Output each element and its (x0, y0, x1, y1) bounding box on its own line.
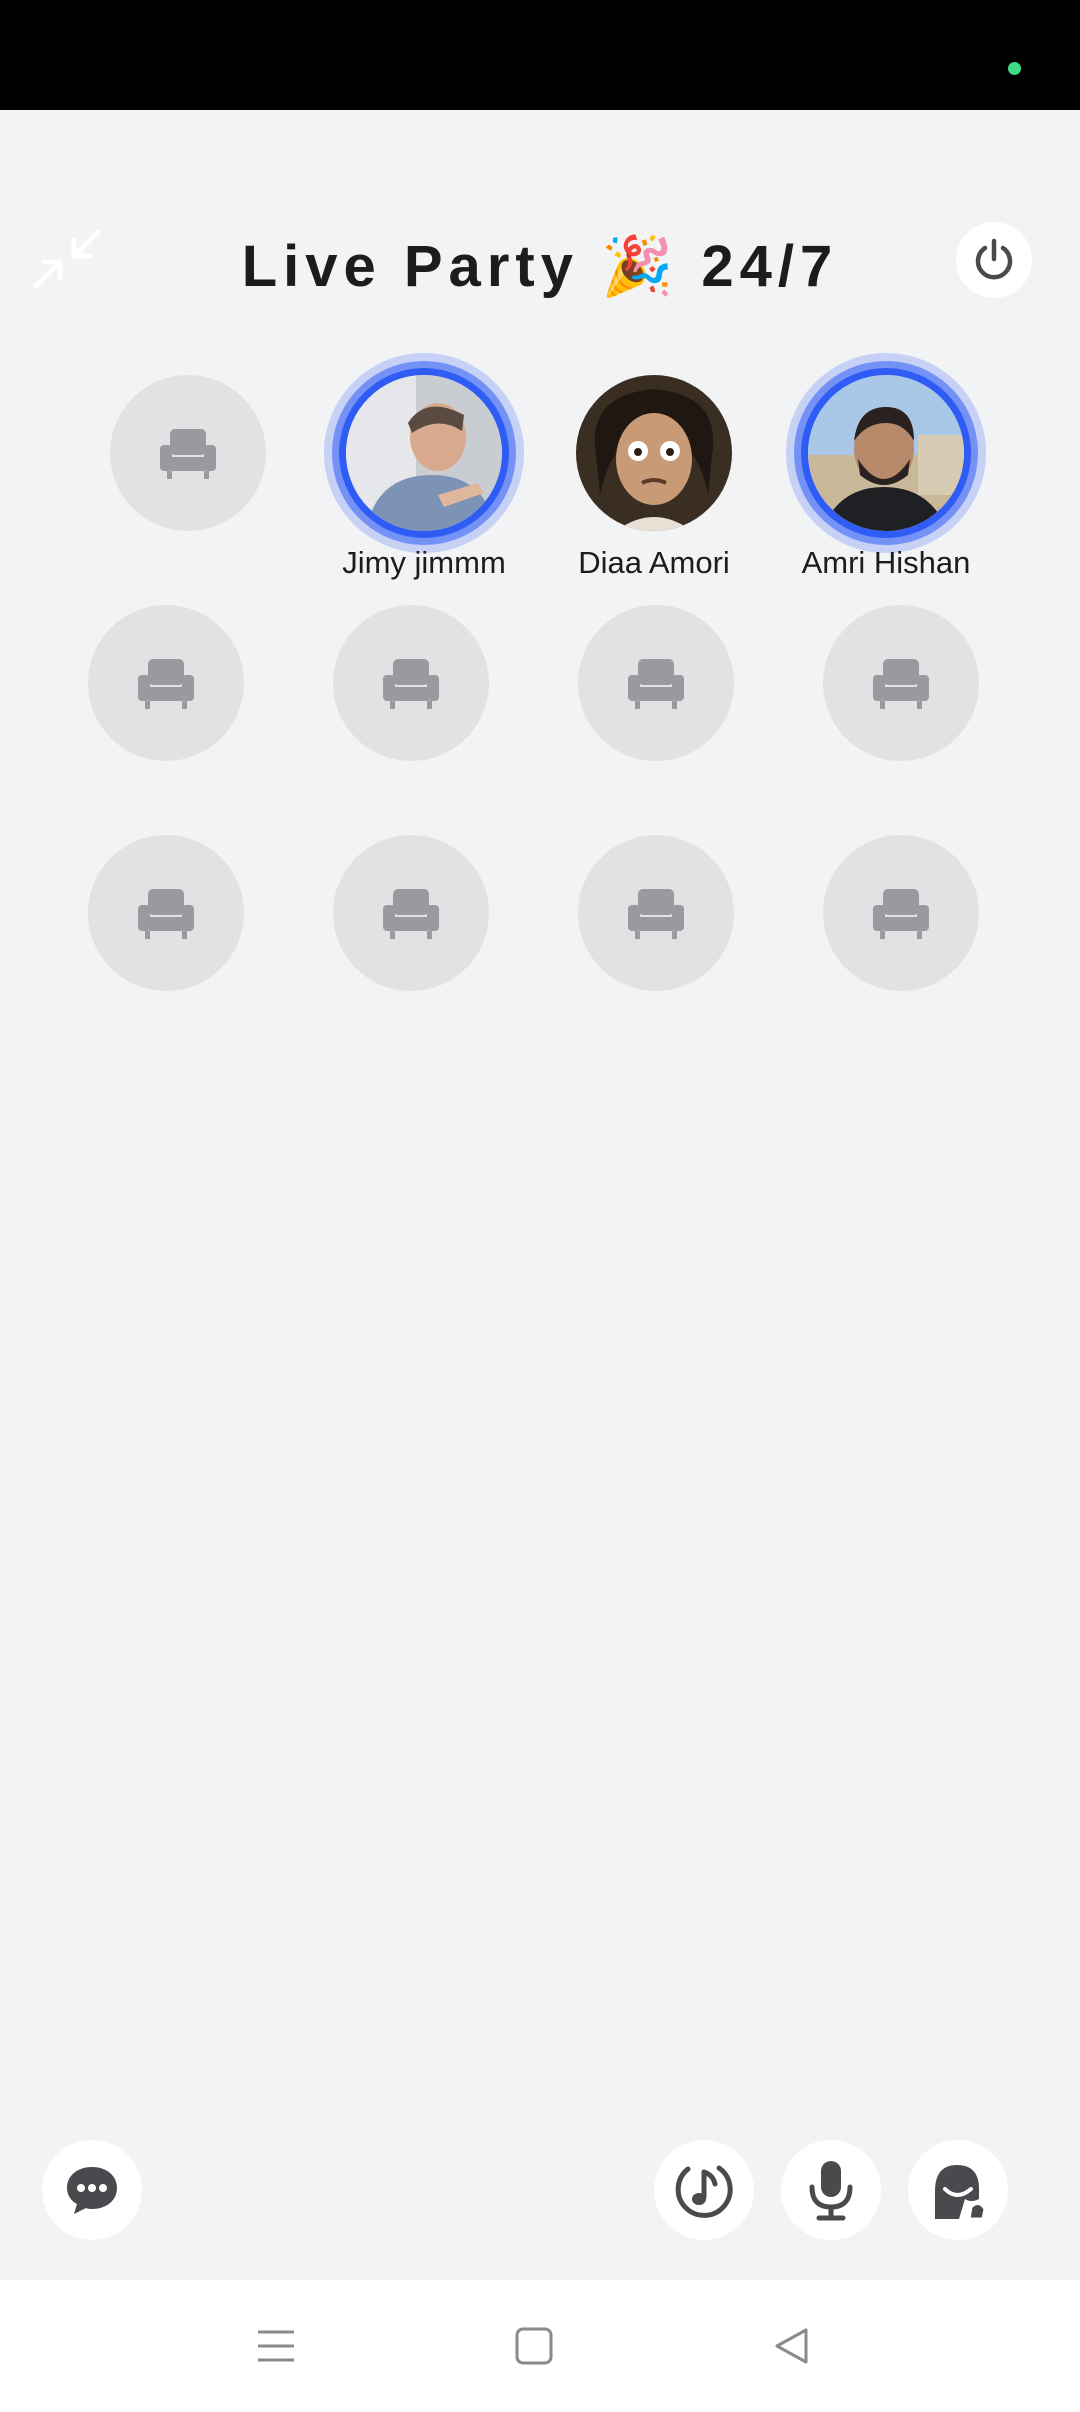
avatar-photo (576, 375, 732, 531)
seat-1[interactable] (110, 375, 266, 531)
back-triangle-icon (775, 2328, 808, 2364)
seat-3[interactable]: Diaa Amori (576, 375, 732, 580)
seat-empty (88, 835, 244, 991)
avatar (576, 375, 732, 531)
music-note-icon (675, 2165, 733, 2218)
seat-6[interactable] (333, 605, 489, 761)
seat-empty (823, 605, 979, 761)
chat-button[interactable] (42, 2140, 142, 2240)
room-title: Live Party 🎉 24/7 (241, 234, 839, 299)
menu-icon (258, 2330, 294, 2362)
seat-name: Diaa Amori (578, 545, 730, 580)
armchair-icon (160, 429, 216, 479)
seat-11[interactable] (578, 835, 734, 991)
minimize-arrows-icon (33, 229, 101, 289)
armchair-icon (138, 889, 194, 939)
seat-8[interactable] (823, 605, 979, 761)
armchair-icon (628, 889, 684, 939)
raise-hand-button[interactable] (908, 2140, 1008, 2240)
seat-empty (333, 605, 489, 761)
armchair-icon (873, 889, 929, 939)
seat-2[interactable]: Jimy jimmm (342, 375, 506, 580)
seat-empty (578, 605, 734, 761)
armchair-icon (873, 659, 929, 709)
seat-9[interactable] (88, 835, 244, 991)
seat-empty (88, 605, 244, 761)
seat-empty (110, 375, 266, 531)
seat-empty (333, 835, 489, 991)
armchair-icon (383, 659, 439, 709)
seat-10[interactable] (333, 835, 489, 991)
music-button[interactable] (654, 2140, 754, 2240)
microphone-icon (809, 2161, 853, 2221)
seat-empty (578, 835, 734, 991)
leave-room-button[interactable] (956, 222, 1032, 298)
status-bar (0, 0, 1080, 110)
recent-apps-button[interactable] (216, 2280, 336, 2412)
back-button[interactable] (732, 2280, 852, 2412)
seat-5[interactable] (88, 605, 244, 761)
system-nav-bar (0, 2280, 1080, 2412)
seat-name: Jimy jimmm (342, 545, 506, 580)
avatar (346, 375, 502, 531)
seat-7[interactable] (578, 605, 734, 761)
armchair-icon (628, 659, 684, 709)
power-icon (975, 238, 1013, 280)
avatar (808, 375, 964, 531)
status-dot (1008, 62, 1021, 75)
raise-hand-icon (935, 2165, 987, 2221)
avatar-photo (346, 375, 502, 531)
home-square-icon (515, 2327, 553, 2365)
seat-12[interactable] (823, 835, 979, 991)
seat-name: Amri Hishan (801, 545, 971, 580)
seat-empty (823, 835, 979, 991)
minimize-button[interactable] (30, 222, 110, 302)
avatar-photo (808, 375, 964, 531)
armchair-icon (383, 889, 439, 939)
microphone-button[interactable] (781, 2140, 881, 2240)
home-button[interactable] (474, 2280, 594, 2412)
seat-4[interactable]: Amri Hishan (802, 375, 970, 580)
armchair-icon (138, 659, 194, 709)
chat-bubble-icon (67, 2167, 117, 2214)
